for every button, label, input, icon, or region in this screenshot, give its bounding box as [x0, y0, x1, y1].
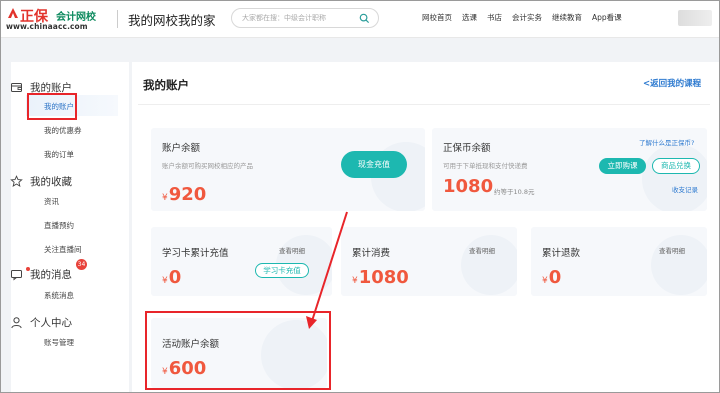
site-logo[interactable]: 正保 会计网校 www.chinaacc.com — [6, 5, 112, 33]
nav-home[interactable]: 网校首页 — [422, 12, 452, 23]
sidebar-item-followed-live[interactable]: 关注直播间 — [44, 244, 82, 255]
top-nav: 网校首页 选课 书店 会计实务 继续教育 App看课 — [422, 12, 622, 23]
transaction-records-link[interactable]: 收支记录 — [672, 184, 698, 194]
total-spent-amount: ¥1080 — [352, 267, 409, 288]
nav-continuing-education[interactable]: 继续教育 — [552, 12, 582, 23]
top-header: 正保 会计网校 www.chinaacc.com 我的网校我的家 大家都在搜：中… — [0, 0, 720, 38]
currency-symbol: ¥ — [162, 193, 168, 203]
study-card-recharge-button[interactable]: 学习卡充值 — [255, 263, 309, 278]
annotation-highlight-box — [27, 93, 77, 120]
unread-dot — [26, 267, 30, 271]
balance-amount: ¥920 — [162, 184, 206, 205]
buy-course-button[interactable]: 立即购课 — [599, 158, 646, 174]
sidebar-item-system-messages[interactable]: 系统消息 — [44, 290, 74, 301]
sidebar-group-personal[interactable]: 个人中心 — [10, 315, 72, 330]
amount-value: 0 — [548, 267, 562, 288]
wallet-icon — [11, 83, 22, 92]
view-details-link[interactable]: 查看明细 — [279, 245, 305, 255]
page-title: 我的账户 — [143, 78, 189, 92]
avatar[interactable] — [678, 10, 712, 26]
card-zhengbao-coin: 正保币余额 可用于下单抵现和支付快递费 1080 约等于10.8元 了解什么是正… — [432, 128, 707, 211]
view-details-link[interactable]: 查看明细 — [659, 245, 685, 255]
cash-recharge-button[interactable]: 现金充值 — [341, 151, 407, 178]
sidebar-item-news[interactable]: 资讯 — [44, 196, 59, 207]
coin-amount: 1080 — [443, 176, 494, 197]
logo-mark-icon — [8, 8, 18, 18]
total-refund-amount: ¥0 — [542, 267, 561, 288]
star-icon — [10, 175, 23, 187]
sidebar-group-messages[interactable]: 我的消息 — [10, 267, 72, 282]
study-card-amount: ¥0 — [162, 267, 181, 288]
amount-value: 920 — [168, 184, 207, 205]
card-study-card-recharge: 学习卡累计充值 查看明细 学习卡充值 ¥0 — [151, 227, 332, 296]
sidebar-group-favorites[interactable]: 我的收藏 — [10, 174, 72, 189]
card-description: 可用于下单抵现和支付快递费 — [443, 162, 528, 170]
message-icon — [11, 270, 22, 281]
amount-value: 1080 — [358, 267, 409, 288]
site-title: 我的网校我的家 — [128, 13, 216, 28]
logo-url: www.chinaacc.com — [6, 22, 88, 31]
card-title: 累计退款 — [542, 248, 581, 259]
nav-select-course[interactable]: 选课 — [462, 12, 477, 23]
currency-symbol: ¥ — [352, 276, 358, 286]
header-divider — [117, 10, 118, 28]
message-count-badge: 34 — [76, 259, 87, 270]
card-total-refund: 累计退款 查看明细 ¥0 — [531, 227, 707, 296]
card-account-balance: 账户余额 账户余额可购买网校相应的产品 ¥920 现金充值 — [151, 128, 425, 211]
sidebar-item-coupons[interactable]: 我的优惠券 — [44, 125, 82, 136]
sidebar-item-live-booking[interactable]: 直播预约 — [44, 220, 74, 231]
search-placeholder: 大家都在搜：中级会计职称 — [242, 14, 326, 22]
card-title: 账户余额 — [162, 143, 201, 154]
sidebar-group-label: 个人中心 — [30, 317, 72, 329]
sidebar-group-label: 我的收藏 — [30, 176, 72, 188]
yuan-watermark-icon — [651, 235, 707, 295]
annotation-highlight-box — [145, 311, 331, 390]
currency-symbol: ¥ — [542, 276, 548, 286]
coin-approx-value: 约等于10.8元 — [494, 188, 535, 196]
what-is-coin-link[interactable]: 了解什么是正保币? — [639, 137, 694, 147]
nav-accounting-practice[interactable]: 会计实务 — [512, 12, 542, 23]
sidebar-group-label: 我的消息 — [30, 269, 72, 281]
logo-name-secondary: 会计网校 — [56, 12, 96, 23]
sidebar-item-orders[interactable]: 我的订单 — [44, 149, 74, 160]
card-title: 正保币余额 — [443, 143, 491, 154]
nav-bookstore[interactable]: 书店 — [487, 12, 502, 23]
coin-watermark-icon — [642, 144, 707, 211]
card-total-spent: 累计消费 查看明细 ¥1080 — [341, 227, 517, 296]
search-input[interactable]: 大家都在搜：中级会计职称 — [231, 8, 379, 28]
title-divider — [138, 104, 710, 105]
view-details-link[interactable]: 查看明细 — [469, 245, 495, 255]
sidebar-item-account-settings[interactable]: 账号管理 — [44, 337, 74, 348]
user-icon — [11, 317, 22, 329]
card-description: 账户余额可购买网校相应的产品 — [162, 162, 253, 170]
card-title: 累计消费 — [352, 248, 391, 259]
exchange-goods-button[interactable]: 商品兑换 — [652, 158, 700, 174]
back-to-courses-link[interactable]: <返回我的课程 — [643, 77, 701, 89]
nav-app[interactable]: App看课 — [592, 12, 622, 23]
amount-value: 0 — [168, 267, 182, 288]
search-icon[interactable] — [359, 13, 370, 24]
yuan-watermark-icon — [461, 235, 517, 295]
currency-symbol: ¥ — [162, 276, 168, 286]
card-title: 学习卡累计充值 — [162, 248, 229, 259]
